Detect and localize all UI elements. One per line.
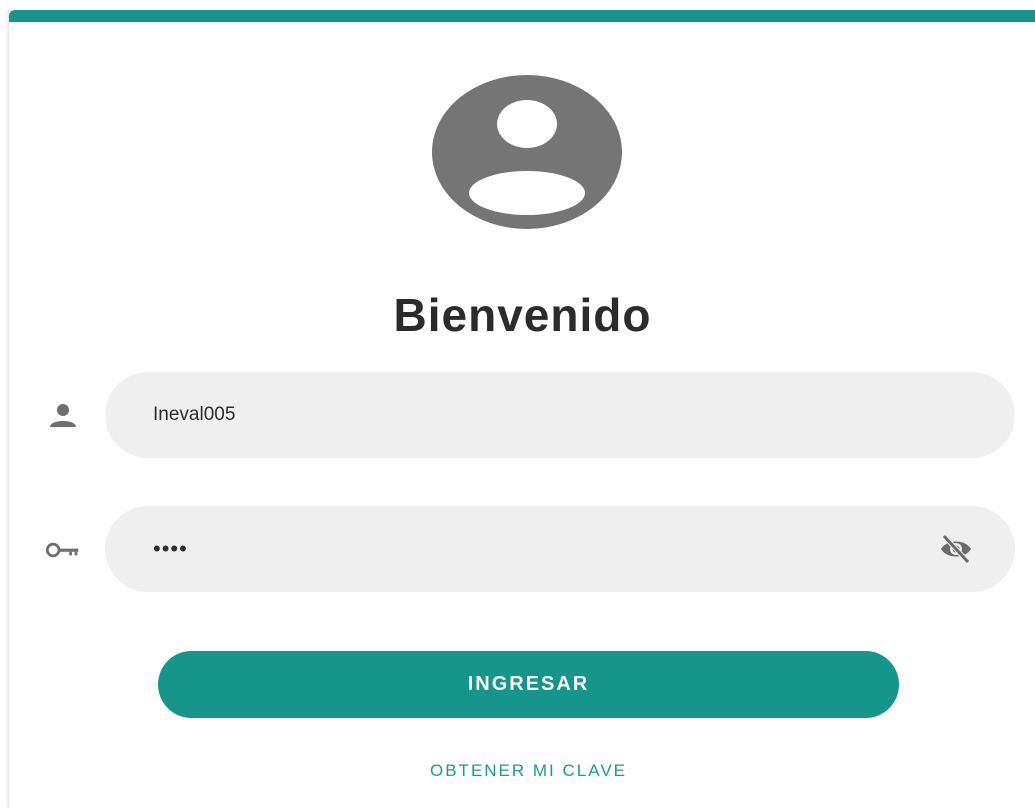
login-page: Bienvenido Ineval005 •••• INGRESAR OBTEN…: [0, 0, 1035, 808]
login-submit-button[interactable]: INGRESAR: [158, 651, 899, 718]
username-field[interactable]: [105, 372, 1015, 458]
accent-top-bar: [9, 10, 1035, 22]
username-input[interactable]: [151, 403, 875, 427]
user-avatar-icon: [431, 74, 623, 230]
password-field[interactable]: [105, 506, 1015, 592]
password-input[interactable]: [151, 535, 875, 563]
page-title: Bienvenido: [393, 289, 652, 341]
person-icon: [45, 398, 81, 434]
login-card: Bienvenido Ineval005 •••• INGRESAR OBTEN…: [8, 10, 1035, 808]
eye-off-icon[interactable]: [939, 533, 973, 565]
get-password-link[interactable]: OBTENER MI CLAVE: [9, 761, 1035, 781]
key-icon: [45, 532, 81, 568]
